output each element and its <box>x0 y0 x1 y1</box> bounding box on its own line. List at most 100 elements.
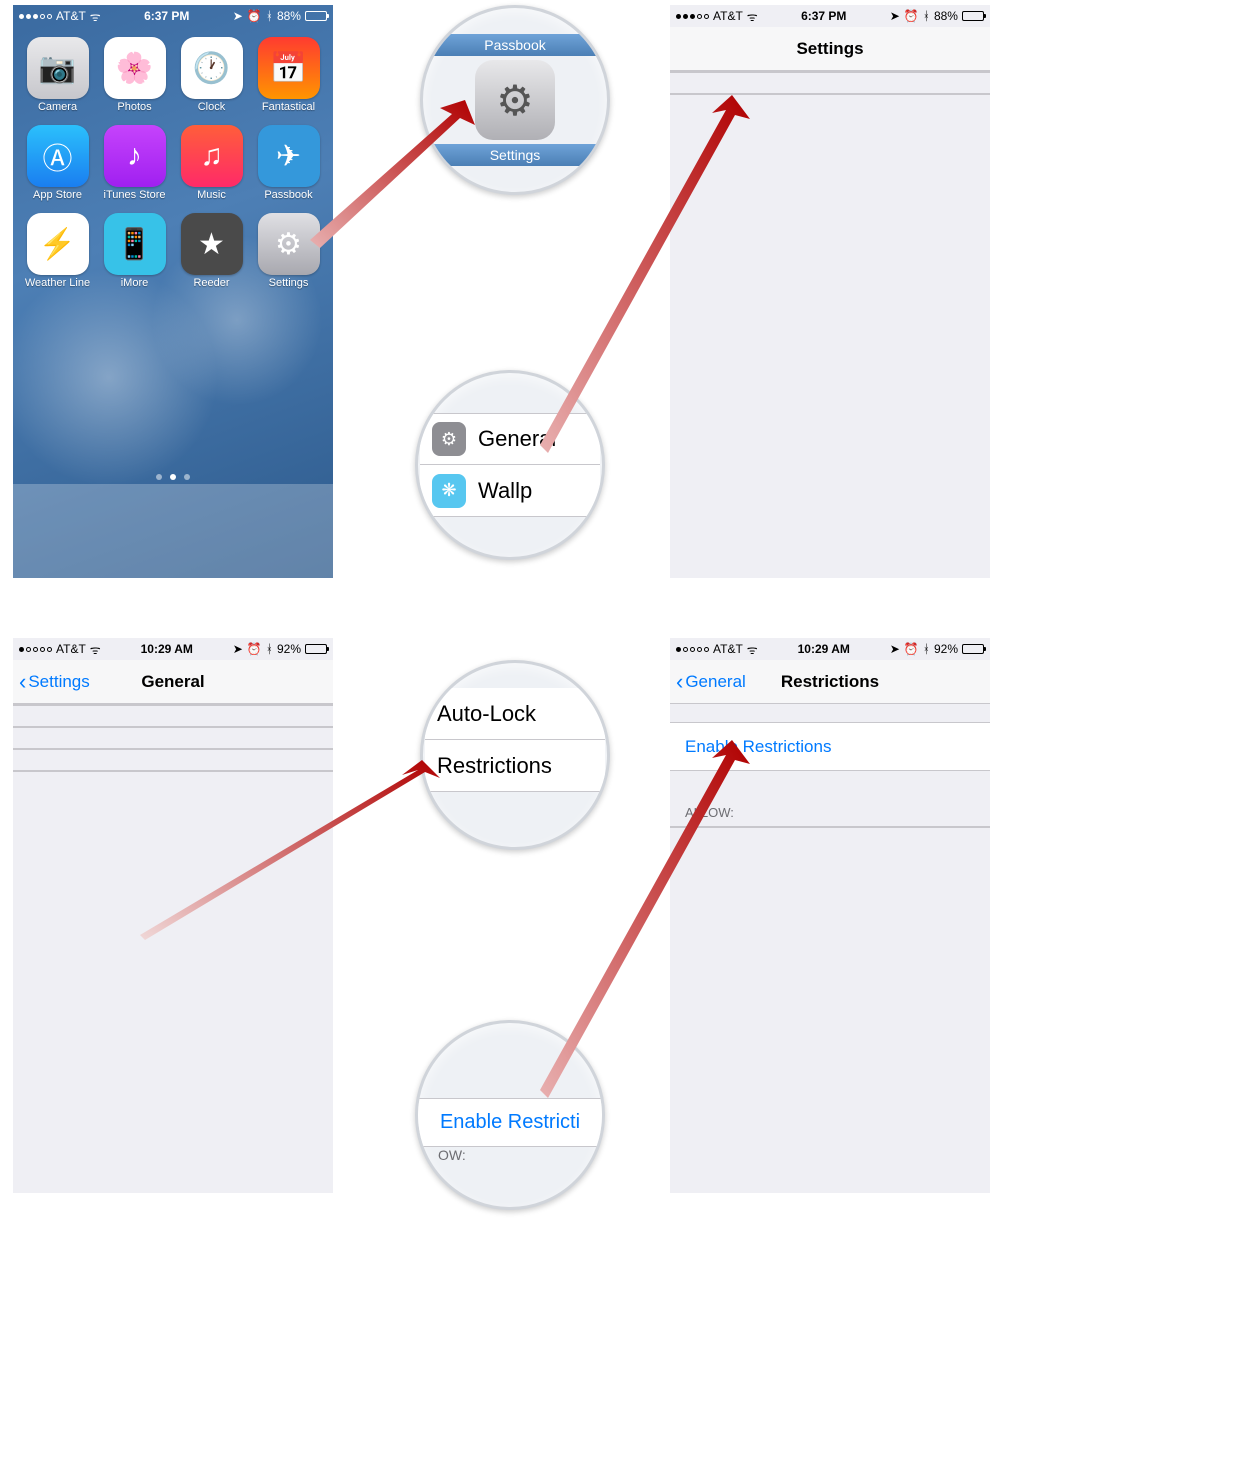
iphone-home-screen: AT&T ᯤ 6:37 PM ➤ ⏰ ᚼ 88% 📷 Camera 🌸 Phot… <box>13 5 333 578</box>
wifi-icon: ᯤ <box>90 8 101 25</box>
app-icon: 📱 <box>104 213 166 275</box>
app-label: iTunes Store <box>104 189 166 201</box>
app-imore[interactable]: 📱 iMore <box>100 213 169 289</box>
chevron-left-icon: ‹ <box>19 671 26 693</box>
app-label: Settings <box>269 277 309 289</box>
wifi-icon: ᯤ <box>747 8 758 25</box>
battery-icon <box>305 644 327 654</box>
page-title: General <box>141 672 204 692</box>
status-bar: AT&T ᯤ 6:37 PM ➤ ⏰ ᚼ 88% <box>13 5 333 27</box>
status-time: 6:37 PM <box>144 9 189 23</box>
battery-icon <box>305 11 327 21</box>
app-camera[interactable]: 📷 Camera <box>23 37 92 113</box>
status-bar: AT&T ᯤ 10:29 AM ➤ ⏰ ᚼ 92% <box>13 638 333 660</box>
carrier-label: AT&T <box>56 642 86 656</box>
app-label: Photos <box>117 101 151 113</box>
app-photos[interactable]: 🌸 Photos <box>100 37 169 113</box>
app-clock[interactable]: 🕐 Clock <box>177 37 246 113</box>
alarm-icon: ⏰ <box>904 9 919 23</box>
page-title: Settings <box>796 39 863 59</box>
settings-screen: AT&T ᯤ 6:37 PM ➤ ⏰ ᚼ 88% Settings <box>670 5 990 578</box>
app-icon: ♫ <box>181 125 243 187</box>
chevron-left-icon: ‹ <box>676 671 683 693</box>
app-settings[interactable]: ⚙ Settings <box>254 213 323 289</box>
app-label: Passbook <box>264 189 312 201</box>
alarm-icon: ⏰ <box>247 9 262 23</box>
back-button[interactable]: ‹General <box>676 671 746 693</box>
app-label: App Store <box>33 189 82 201</box>
general-screen: AT&T ᯤ 10:29 AM ➤ ⏰ ᚼ 92% ‹Settings Gene… <box>13 638 333 1193</box>
location-icon: ➤ <box>890 9 900 23</box>
location-icon: ➤ <box>890 642 900 656</box>
app-passbook[interactable]: ✈ Passbook <box>254 125 323 201</box>
signal-icon <box>19 14 52 19</box>
enable-restrictions-button[interactable]: Enable Restrictions <box>670 723 990 770</box>
battery-label: 92% <box>277 642 301 656</box>
battery-label: 88% <box>934 9 958 23</box>
app-label: Camera <box>38 101 77 113</box>
magnifier-general-cell: ⚙︎ General ❋ Wallp <box>415 370 605 560</box>
location-icon: ➤ <box>233 9 243 23</box>
carrier-label: AT&T <box>713 642 743 656</box>
status-bar: AT&T ᯤ 6:37 PM ➤ ⏰ ᚼ 88% <box>670 5 990 27</box>
battery-label: 92% <box>934 642 958 656</box>
gear-icon: ⚙︎ <box>432 422 466 456</box>
app-label: Reeder <box>193 277 229 289</box>
signal-icon <box>676 14 709 19</box>
app-music[interactable]: ♫ Music <box>177 125 246 201</box>
signal-icon <box>676 647 709 652</box>
magnifier-settings-icon: Passbook ⚙︎ Settings <box>420 5 610 195</box>
app-weather line[interactable]: ⚡ Weather Line <box>23 213 92 289</box>
restrictions-row: Restrictions <box>425 740 605 792</box>
battery-icon <box>962 11 984 21</box>
back-button[interactable]: ‹Settings <box>19 671 90 693</box>
restrictions-screen: AT&T ᯤ 10:29 AM ➤ ⏰ ᚼ 92% ‹General Restr… <box>670 638 990 1193</box>
location-icon: ➤ <box>233 642 243 656</box>
status-time: 10:29 AM <box>141 642 193 656</box>
app-reeder[interactable]: ★ Reeder <box>177 213 246 289</box>
page-indicator[interactable] <box>13 474 333 480</box>
dock <box>13 484 333 578</box>
allow-label: OW: <box>418 1147 466 1163</box>
app-label: iMore <box>121 277 149 289</box>
status-time: 10:29 AM <box>798 642 850 656</box>
app-label: Music <box>197 189 226 201</box>
app-icon: Ⓐ <box>27 125 89 187</box>
app-label: Clock <box>198 101 226 113</box>
signal-icon <box>19 647 52 652</box>
wallpapers-row: ❋ Wallp <box>420 465 600 517</box>
carrier-label: AT&T <box>713 9 743 23</box>
app-icon: 🕐 <box>181 37 243 99</box>
app-label: Weather Line <box>25 277 90 289</box>
app-icon: ⚡ <box>27 213 89 275</box>
bluetooth-icon: ᚼ <box>266 642 273 656</box>
app-icon: 🌸 <box>104 37 166 99</box>
bluetooth-icon: ᚼ <box>266 9 273 23</box>
enable-restrictions-label: Enable Restricti <box>418 1098 602 1147</box>
app-icon: ★ <box>181 213 243 275</box>
app-icon: 📅 <box>258 37 320 99</box>
app-fantastical[interactable]: 📅 Fantastical <box>254 37 323 113</box>
app-app store[interactable]: Ⓐ App Store <box>23 125 92 201</box>
status-bar: AT&T ᯤ 10:29 AM ➤ ⏰ ᚼ 92% <box>670 638 990 660</box>
battery-icon <box>962 644 984 654</box>
settings-label: Settings <box>423 144 607 166</box>
passbook-label: Passbook <box>423 34 607 56</box>
wifi-icon: ᯤ <box>747 641 758 658</box>
page-title: Restrictions <box>781 672 879 692</box>
app-itunes store[interactable]: ♪ iTunes Store <box>100 125 169 201</box>
battery-label: 88% <box>277 9 301 23</box>
app-icon: 📷 <box>27 37 89 99</box>
wallpaper-icon: ❋ <box>432 474 466 508</box>
alarm-icon: ⏰ <box>247 642 262 656</box>
wifi-icon: ᯤ <box>90 641 101 658</box>
magnifier-enable-restrictions: Enable Restricti OW: <box>415 1020 605 1210</box>
app-icon: ⚙ <box>258 213 320 275</box>
nav-bar: Settings <box>670 27 990 71</box>
bluetooth-icon: ᚼ <box>923 642 930 656</box>
app-icon: ♪ <box>104 125 166 187</box>
gear-icon: ⚙︎ <box>475 60 555 140</box>
general-row: ⚙︎ General <box>420 413 600 465</box>
app-icon: ✈ <box>258 125 320 187</box>
carrier-label: AT&T <box>56 9 86 23</box>
